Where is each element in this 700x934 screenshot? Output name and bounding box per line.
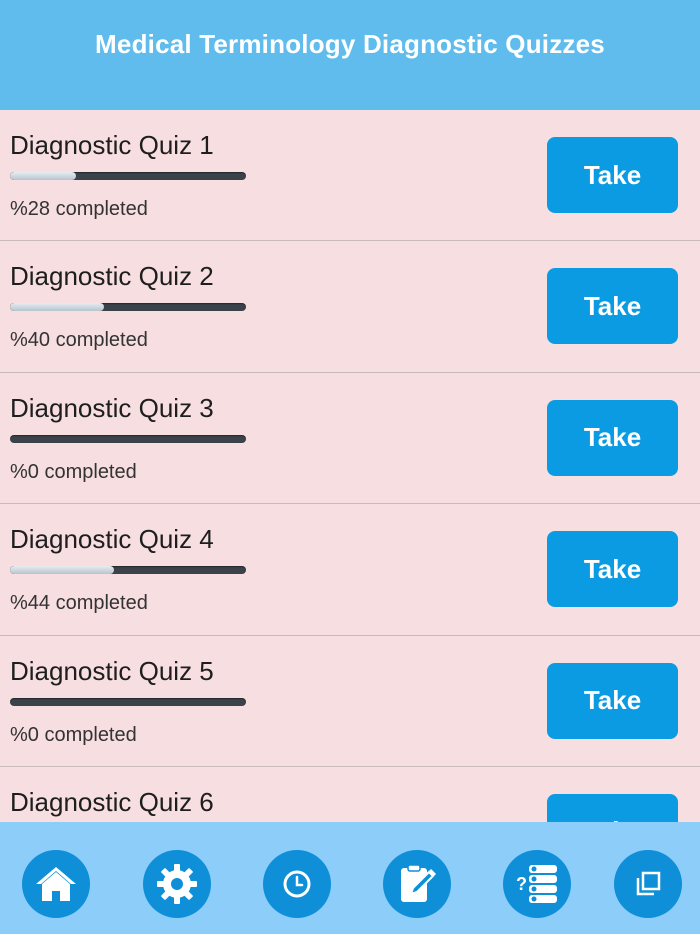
quiz-title: Diagnostic Quiz 5 [10,655,214,686]
quiz-list[interactable]: Diagnostic Quiz 1 %28 completed Take Dia… [0,110,700,822]
take-quiz-button[interactable]: Take [547,268,678,345]
tab-home[interactable] [22,850,90,918]
list-item: Diagnostic Quiz 6 Take [0,767,700,822]
bottom-tab-bar: ? [0,822,700,934]
quiz-title: Diagnostic Quiz 1 [10,130,214,160]
progress-fill [10,566,114,575]
progress-bar [10,697,246,706]
quiz-title: Diagnostic Quiz 3 [10,392,214,423]
list-item: Diagnostic Quiz 1 %28 completed Take [0,110,700,242]
progress-bar [10,172,246,180]
tab-notes[interactable] [383,850,451,918]
list-item: Diagnostic Quiz 4 %44 completed Take [0,504,700,636]
take-quiz-button[interactable]: Take [547,137,678,213]
header: Medical Terminology Diagnostic Quizzes [0,0,700,110]
completion-status: %44 completed [10,592,148,615]
progress-fill [10,303,105,312]
quiz-list-icon: ? [513,862,561,906]
take-quiz-button[interactable]: Take [547,662,678,739]
completion-status: %0 completed [10,723,137,746]
tab-history[interactable] [263,850,331,918]
progress-bar [10,434,246,443]
home-icon [34,864,78,904]
tab-quizzes[interactable]: ? [503,850,571,918]
list-item: Diagnostic Quiz 5 %0 completed Take [0,636,700,767]
copy-icon [633,869,663,899]
tab-settings[interactable] [143,850,211,918]
quiz-title: Diagnostic Quiz 6 [10,786,214,817]
progress-bar [10,303,246,312]
notepad-edit-icon [397,862,437,906]
take-quiz-button[interactable]: Take [547,793,678,822]
svg-text:?: ? [516,874,527,894]
list-item: Diagnostic Quiz 3 %0 completed Take [0,373,700,505]
page-title: Medical Terminology Diagnostic Quizzes [95,28,605,59]
quiz-title: Diagnostic Quiz 2 [10,261,214,292]
progress-fill [10,172,77,180]
quiz-title: Diagnostic Quiz 4 [10,524,214,555]
list-item: Diagnostic Quiz 2 %40 completed Take [0,241,700,373]
take-quiz-button[interactable]: Take [547,399,678,476]
take-quiz-button[interactable]: Take [547,531,678,608]
clock-icon [282,869,312,899]
progress-bar [10,566,246,575]
completion-status: %0 completed [10,460,137,483]
completion-status: %28 completed [10,198,148,220]
tab-more[interactable] [614,850,682,918]
completion-status: %40 completed [10,329,148,352]
gear-icon [155,862,199,906]
